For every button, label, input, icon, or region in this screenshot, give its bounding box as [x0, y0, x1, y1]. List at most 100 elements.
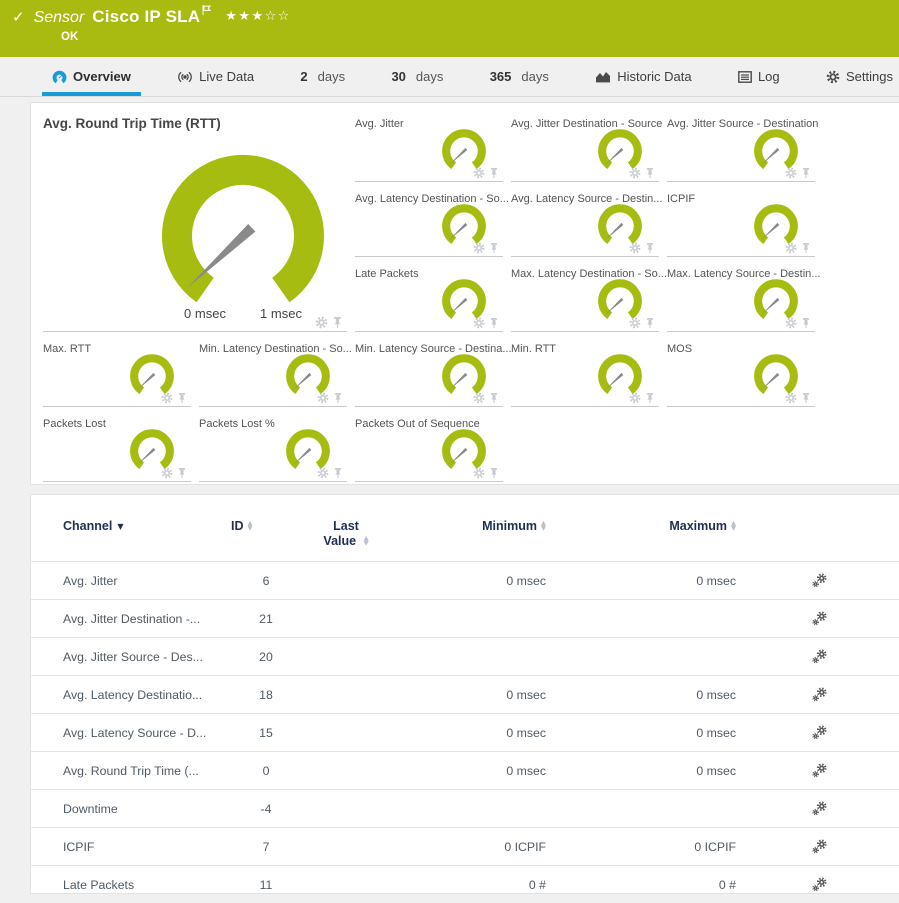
- channel-settings-icon[interactable]: [811, 839, 828, 853]
- cell-last-value: [301, 676, 391, 714]
- panel-gear-icon[interactable]: [785, 167, 797, 179]
- tab-365-days[interactable]: 365 days: [486, 57, 553, 96]
- panel-pin-icon[interactable]: [645, 167, 655, 179]
- gauge-panel: Max. Latency Source - Destin...: [667, 261, 815, 332]
- cell-last-value: [301, 638, 391, 676]
- channel-settings-icon[interactable]: [811, 573, 828, 587]
- channel-settings-icon[interactable]: [811, 877, 828, 891]
- table-row: Avg. Latency Destinatio... 18 0 msec 0 m…: [31, 676, 899, 714]
- cell-maximum: 0 msec: [576, 714, 766, 752]
- panel-pin-icon[interactable]: [645, 392, 655, 404]
- panel-gear-icon[interactable]: [629, 317, 641, 329]
- tab-bar: Overview Live Data 2 days 30 days 365 da…: [0, 57, 899, 97]
- cell-channel[interactable]: ICPIF: [31, 828, 231, 866]
- tab-label: Log: [758, 69, 780, 84]
- gauge-grid: Avg. Round Trip Time (RTT) 0 msec 1 msec…: [43, 111, 887, 482]
- channel-settings-icon[interactable]: [811, 801, 828, 815]
- panel-pin-icon[interactable]: [801, 392, 811, 404]
- priority-stars[interactable]: ★★★☆☆: [225, 9, 291, 24]
- panel-pin-icon[interactable]: [489, 317, 499, 329]
- overview-gauges-card: Avg. Round Trip Time (RTT) 0 msec 1 msec…: [30, 102, 899, 485]
- channel-table-card: Channel▼ ID▲▼ Last Value ▲▼ Minimum▲▼ Ma…: [30, 494, 899, 894]
- panel-pin-icon[interactable]: [333, 392, 343, 404]
- sort-icon: ▲▼: [248, 521, 253, 531]
- cell-channel[interactable]: Late Packets: [31, 866, 231, 903]
- cell-last-value: [301, 752, 391, 790]
- panel-pin-icon[interactable]: [801, 242, 811, 254]
- gauge-scale-min: 0 msec: [184, 306, 226, 321]
- tab-settings[interactable]: Settings: [822, 57, 897, 96]
- cell-channel[interactable]: Avg. Latency Source - D...: [31, 714, 231, 752]
- panel-pin-icon[interactable]: [177, 467, 187, 479]
- chart-icon: [595, 70, 611, 83]
- panel-gear-icon[interactable]: [473, 317, 485, 329]
- col-header-minimum[interactable]: Minimum▲▼: [391, 513, 576, 562]
- cell-channel[interactable]: Avg. Jitter Destination -...: [31, 600, 231, 638]
- channel-settings-icon[interactable]: [811, 649, 828, 663]
- tab-overview[interactable]: Overview: [48, 57, 135, 96]
- cell-channel[interactable]: Avg. Jitter: [31, 562, 231, 600]
- panel-gear-icon[interactable]: [473, 467, 485, 479]
- channel-table: Channel▼ ID▲▼ Last Value ▲▼ Minimum▲▼ Ma…: [31, 513, 899, 903]
- panel-pin-icon[interactable]: [645, 317, 655, 329]
- cell-minimum: 0 #: [391, 866, 576, 903]
- col-header-channel[interactable]: Channel▼: [31, 513, 231, 562]
- cell-channel[interactable]: Avg. Jitter Source - Des...: [31, 638, 231, 676]
- cell-id: -4: [231, 790, 301, 828]
- col-header-id[interactable]: ID▲▼: [231, 513, 301, 562]
- panel-pin-icon[interactable]: [489, 167, 499, 179]
- panel-gear-icon[interactable]: [161, 392, 173, 404]
- col-header-maximum[interactable]: Maximum▲▼: [576, 513, 766, 562]
- panel-gear-icon[interactable]: [315, 316, 328, 329]
- panel-gear-icon[interactable]: [629, 167, 641, 179]
- cell-id: 20: [231, 638, 301, 676]
- panel-pin-icon[interactable]: [177, 392, 187, 404]
- panel-gear-icon[interactable]: [785, 242, 797, 254]
- gauge-panel: Packets Lost: [43, 411, 191, 482]
- panel-pin-icon[interactable]: [332, 316, 343, 329]
- status-badge: OK: [61, 31, 887, 43]
- tab-live-data[interactable]: Live Data: [173, 57, 258, 96]
- tab-historic-data[interactable]: Historic Data: [591, 57, 695, 96]
- cell-minimum: [391, 638, 576, 676]
- panel-gear-icon[interactable]: [629, 242, 641, 254]
- panel-gear-icon[interactable]: [161, 467, 173, 479]
- panel-gear-icon[interactable]: [317, 392, 329, 404]
- panel-gear-icon[interactable]: [473, 242, 485, 254]
- cell-maximum: [576, 790, 766, 828]
- panel-pin-icon[interactable]: [489, 392, 499, 404]
- cell-maximum: 0 ICPIF: [576, 828, 766, 866]
- panel-pin-icon[interactable]: [801, 317, 811, 329]
- tab-2-days[interactable]: 2 days: [296, 57, 349, 96]
- col-header-last-value[interactable]: Last Value ▲▼: [301, 513, 391, 562]
- gauge-panel: Max. RTT: [43, 336, 191, 407]
- panel-gear-icon[interactable]: [629, 392, 641, 404]
- tab-30-days[interactable]: 30 days: [387, 57, 447, 96]
- panel-gear-icon[interactable]: [473, 392, 485, 404]
- panel-gear-icon[interactable]: [473, 167, 485, 179]
- panel-pin-icon[interactable]: [801, 167, 811, 179]
- panel-pin-icon[interactable]: [645, 242, 655, 254]
- cell-channel[interactable]: Avg. Latency Destinatio...: [31, 676, 231, 714]
- channel-settings-icon[interactable]: [811, 611, 828, 625]
- tab-log[interactable]: Log: [734, 57, 784, 96]
- cell-maximum: 0 #: [576, 866, 766, 903]
- cell-minimum: 0 msec: [391, 676, 576, 714]
- table-row: Avg. Round Trip Time (... 0 0 msec 0 mse…: [31, 752, 899, 790]
- cell-channel[interactable]: Downtime: [31, 790, 231, 828]
- panel-gear-icon[interactable]: [317, 467, 329, 479]
- panel-pin-icon[interactable]: [489, 242, 499, 254]
- panel-pin-icon[interactable]: [489, 467, 499, 479]
- table-row: Avg. Latency Source - D... 15 0 msec 0 m…: [31, 714, 899, 752]
- channel-settings-icon[interactable]: [811, 763, 828, 777]
- channel-settings-icon[interactable]: [811, 687, 828, 701]
- panel-pin-icon[interactable]: [333, 467, 343, 479]
- flag-icon[interactable]: [202, 3, 211, 21]
- cell-id: 15: [231, 714, 301, 752]
- cell-channel[interactable]: Avg. Round Trip Time (...: [31, 752, 231, 790]
- gauge-panel: ICPIF: [667, 186, 815, 257]
- col-header-actions: [766, 513, 899, 562]
- panel-gear-icon[interactable]: [785, 392, 797, 404]
- channel-settings-icon[interactable]: [811, 725, 828, 739]
- panel-gear-icon[interactable]: [785, 317, 797, 329]
